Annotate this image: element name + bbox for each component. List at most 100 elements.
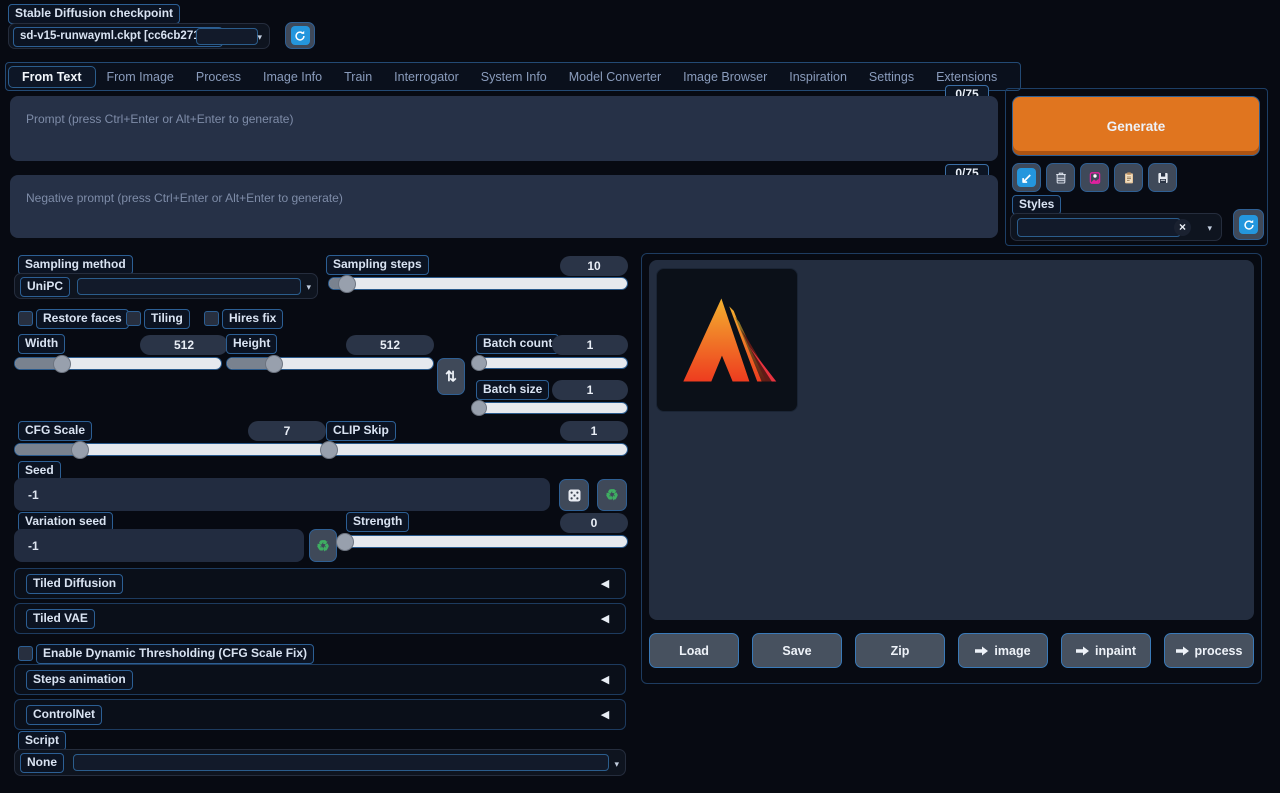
height-value[interactable]: 512 <box>346 335 434 355</box>
random-seed-button[interactable] <box>559 479 589 511</box>
batch-size-value[interactable]: 1 <box>552 380 628 400</box>
tab-system-info[interactable]: System Info <box>470 70 558 84</box>
batch-count-value[interactable]: 1 <box>552 335 628 355</box>
slider-handle[interactable] <box>471 400 487 416</box>
sampling-method-value[interactable]: UniPC <box>20 277 70 297</box>
reuse-variation-seed-button[interactable]: ♻ <box>309 529 337 562</box>
styles-input[interactable] <box>1017 218 1181 237</box>
send-to-process-label: process <box>1195 644 1243 658</box>
cfg-scale-label: CFG Scale <box>18 421 92 441</box>
script-value[interactable]: None <box>20 753 64 773</box>
accordion-tiled-diffusion[interactable]: Tiled Diffusion ◀ <box>14 568 626 599</box>
clip-skip-slider[interactable] <box>328 443 628 456</box>
tab-from-image[interactable]: From Image <box>96 70 185 84</box>
right-arrow-icon <box>1076 646 1089 656</box>
tab-extensions[interactable]: Extensions <box>925 70 1008 84</box>
negative-prompt-input[interactable] <box>10 175 998 238</box>
sampling-method-dropdown[interactable]: UniPC ▾ <box>14 273 318 299</box>
cfg-scale-slider[interactable] <box>14 443 326 456</box>
tab-image-info[interactable]: Image Info <box>252 70 333 84</box>
chevron-down-icon[interactable]: ▾ <box>614 760 619 769</box>
zip-button[interactable]: Zip <box>855 633 945 668</box>
clear-prompt-button[interactable] <box>1046 163 1075 192</box>
restore-faces-label: Restore faces <box>36 309 129 329</box>
slider-handle[interactable] <box>265 355 283 373</box>
slider-handle[interactable] <box>471 355 487 371</box>
tab-model-converter[interactable]: Model Converter <box>558 70 672 84</box>
close-icon: × <box>1179 220 1186 234</box>
collapse-arrow-icon[interactable]: ◀ <box>594 672 616 688</box>
styles-label: Styles <box>1012 195 1061 215</box>
chevron-down-icon[interactable]: ▾ <box>1207 224 1212 233</box>
width-value[interactable]: 512 <box>140 335 228 355</box>
apply-styles-button[interactable] <box>1114 163 1143 192</box>
checkpoint-search-input[interactable] <box>196 28 258 45</box>
slider-handle[interactable] <box>320 441 338 459</box>
sampling-steps-slider[interactable] <box>328 277 628 290</box>
slider-handle[interactable] <box>336 533 354 551</box>
cfg-scale-value[interactable]: 7 <box>248 421 326 441</box>
tab-image-browser[interactable]: Image Browser <box>672 70 778 84</box>
save-button[interactable]: Save <box>752 633 842 668</box>
extra-networks-button[interactable] <box>1080 163 1109 192</box>
seed-input[interactable] <box>14 478 550 511</box>
styles-dropdown[interactable]: × ▾ <box>1010 213 1222 241</box>
collapse-arrow-icon[interactable]: ◀ <box>594 707 616 723</box>
send-to-inpaint-button[interactable]: inpaint <box>1061 633 1151 668</box>
tab-train[interactable]: Train <box>333 70 383 84</box>
slider-handle[interactable] <box>338 275 356 293</box>
sampling-method-input[interactable] <box>77 278 301 295</box>
restore-faces-checkbox[interactable] <box>18 311 33 326</box>
tiled-diffusion-label: Tiled Diffusion <box>26 574 123 594</box>
tiling-label: Tiling <box>144 309 190 329</box>
floppy-icon <box>1155 170 1171 186</box>
load-button[interactable]: Load <box>649 633 739 668</box>
styles-clear-button[interactable]: × <box>1174 219 1191 236</box>
checkpoint-dropdown[interactable]: sd-v15-runwayml.ckpt [cc6cb27103] ▾ <box>8 23 270 49</box>
tab-process[interactable]: Process <box>185 70 252 84</box>
tab-from-text[interactable]: From Text <box>8 66 96 88</box>
variation-seed-input[interactable] <box>14 529 304 562</box>
checkpoint-refresh-button[interactable] <box>285 22 315 49</box>
accordion-steps-animation[interactable]: Steps animation ◀ <box>14 664 626 695</box>
tiled-vae-label: Tiled VAE <box>26 609 95 629</box>
strength-slider[interactable] <box>344 535 628 548</box>
tab-settings[interactable]: Settings <box>858 70 925 84</box>
script-dropdown[interactable]: None ▾ <box>14 749 626 776</box>
tab-inspiration[interactable]: Inspiration <box>778 70 858 84</box>
zip-button-label: Zip <box>891 644 910 658</box>
script-input[interactable] <box>73 754 609 771</box>
collapse-arrow-icon[interactable]: ◀ <box>594 611 616 627</box>
strength-value[interactable]: 0 <box>560 513 628 533</box>
reuse-seed-button[interactable]: ♻ <box>597 479 627 511</box>
slider-handle[interactable] <box>71 441 89 459</box>
batch-size-slider[interactable] <box>478 402 628 414</box>
width-slider[interactable] <box>14 357 222 370</box>
sampling-steps-value[interactable]: 10 <box>560 256 628 276</box>
batch-count-slider[interactable] <box>478 357 628 369</box>
swap-dimensions-button[interactable]: ⇅ <box>437 358 465 395</box>
clip-skip-value[interactable]: 1 <box>560 421 628 441</box>
chevron-down-icon[interactable]: ▾ <box>306 283 311 292</box>
dynamic-thresholding-checkbox[interactable] <box>18 646 33 661</box>
tab-interrogator[interactable]: Interrogator <box>383 70 470 84</box>
accordion-tiled-vae[interactable]: Tiled VAE ◀ <box>14 603 626 634</box>
checkpoint-value[interactable]: sd-v15-runwayml.ckpt [cc6cb27103] <box>13 27 223 47</box>
chevron-down-icon[interactable]: ▾ <box>257 33 262 42</box>
height-slider[interactable] <box>226 357 434 370</box>
send-to-image-button[interactable]: image <box>958 633 1048 668</box>
generate-button[interactable]: Generate <box>1012 96 1260 156</box>
tiling-checkbox[interactable] <box>126 311 141 326</box>
collapse-arrow-icon[interactable]: ◀ <box>594 576 616 592</box>
prompt-input[interactable] <box>10 96 998 161</box>
gallery-thumbnail[interactable] <box>656 268 798 412</box>
slider-handle[interactable] <box>53 355 71 373</box>
hires-fix-checkbox[interactable] <box>204 311 219 326</box>
save-style-button[interactable] <box>1148 163 1177 192</box>
accordion-controlnet[interactable]: ControlNet ◀ <box>14 699 626 730</box>
styles-refresh-button[interactable] <box>1233 209 1264 240</box>
batch-count-label: Batch count <box>476 334 559 354</box>
send-to-process-button[interactable]: process <box>1164 633 1254 668</box>
paste-parameters-button[interactable]: ↙ <box>1012 163 1041 192</box>
recycle-icon: ♻ <box>605 486 618 504</box>
